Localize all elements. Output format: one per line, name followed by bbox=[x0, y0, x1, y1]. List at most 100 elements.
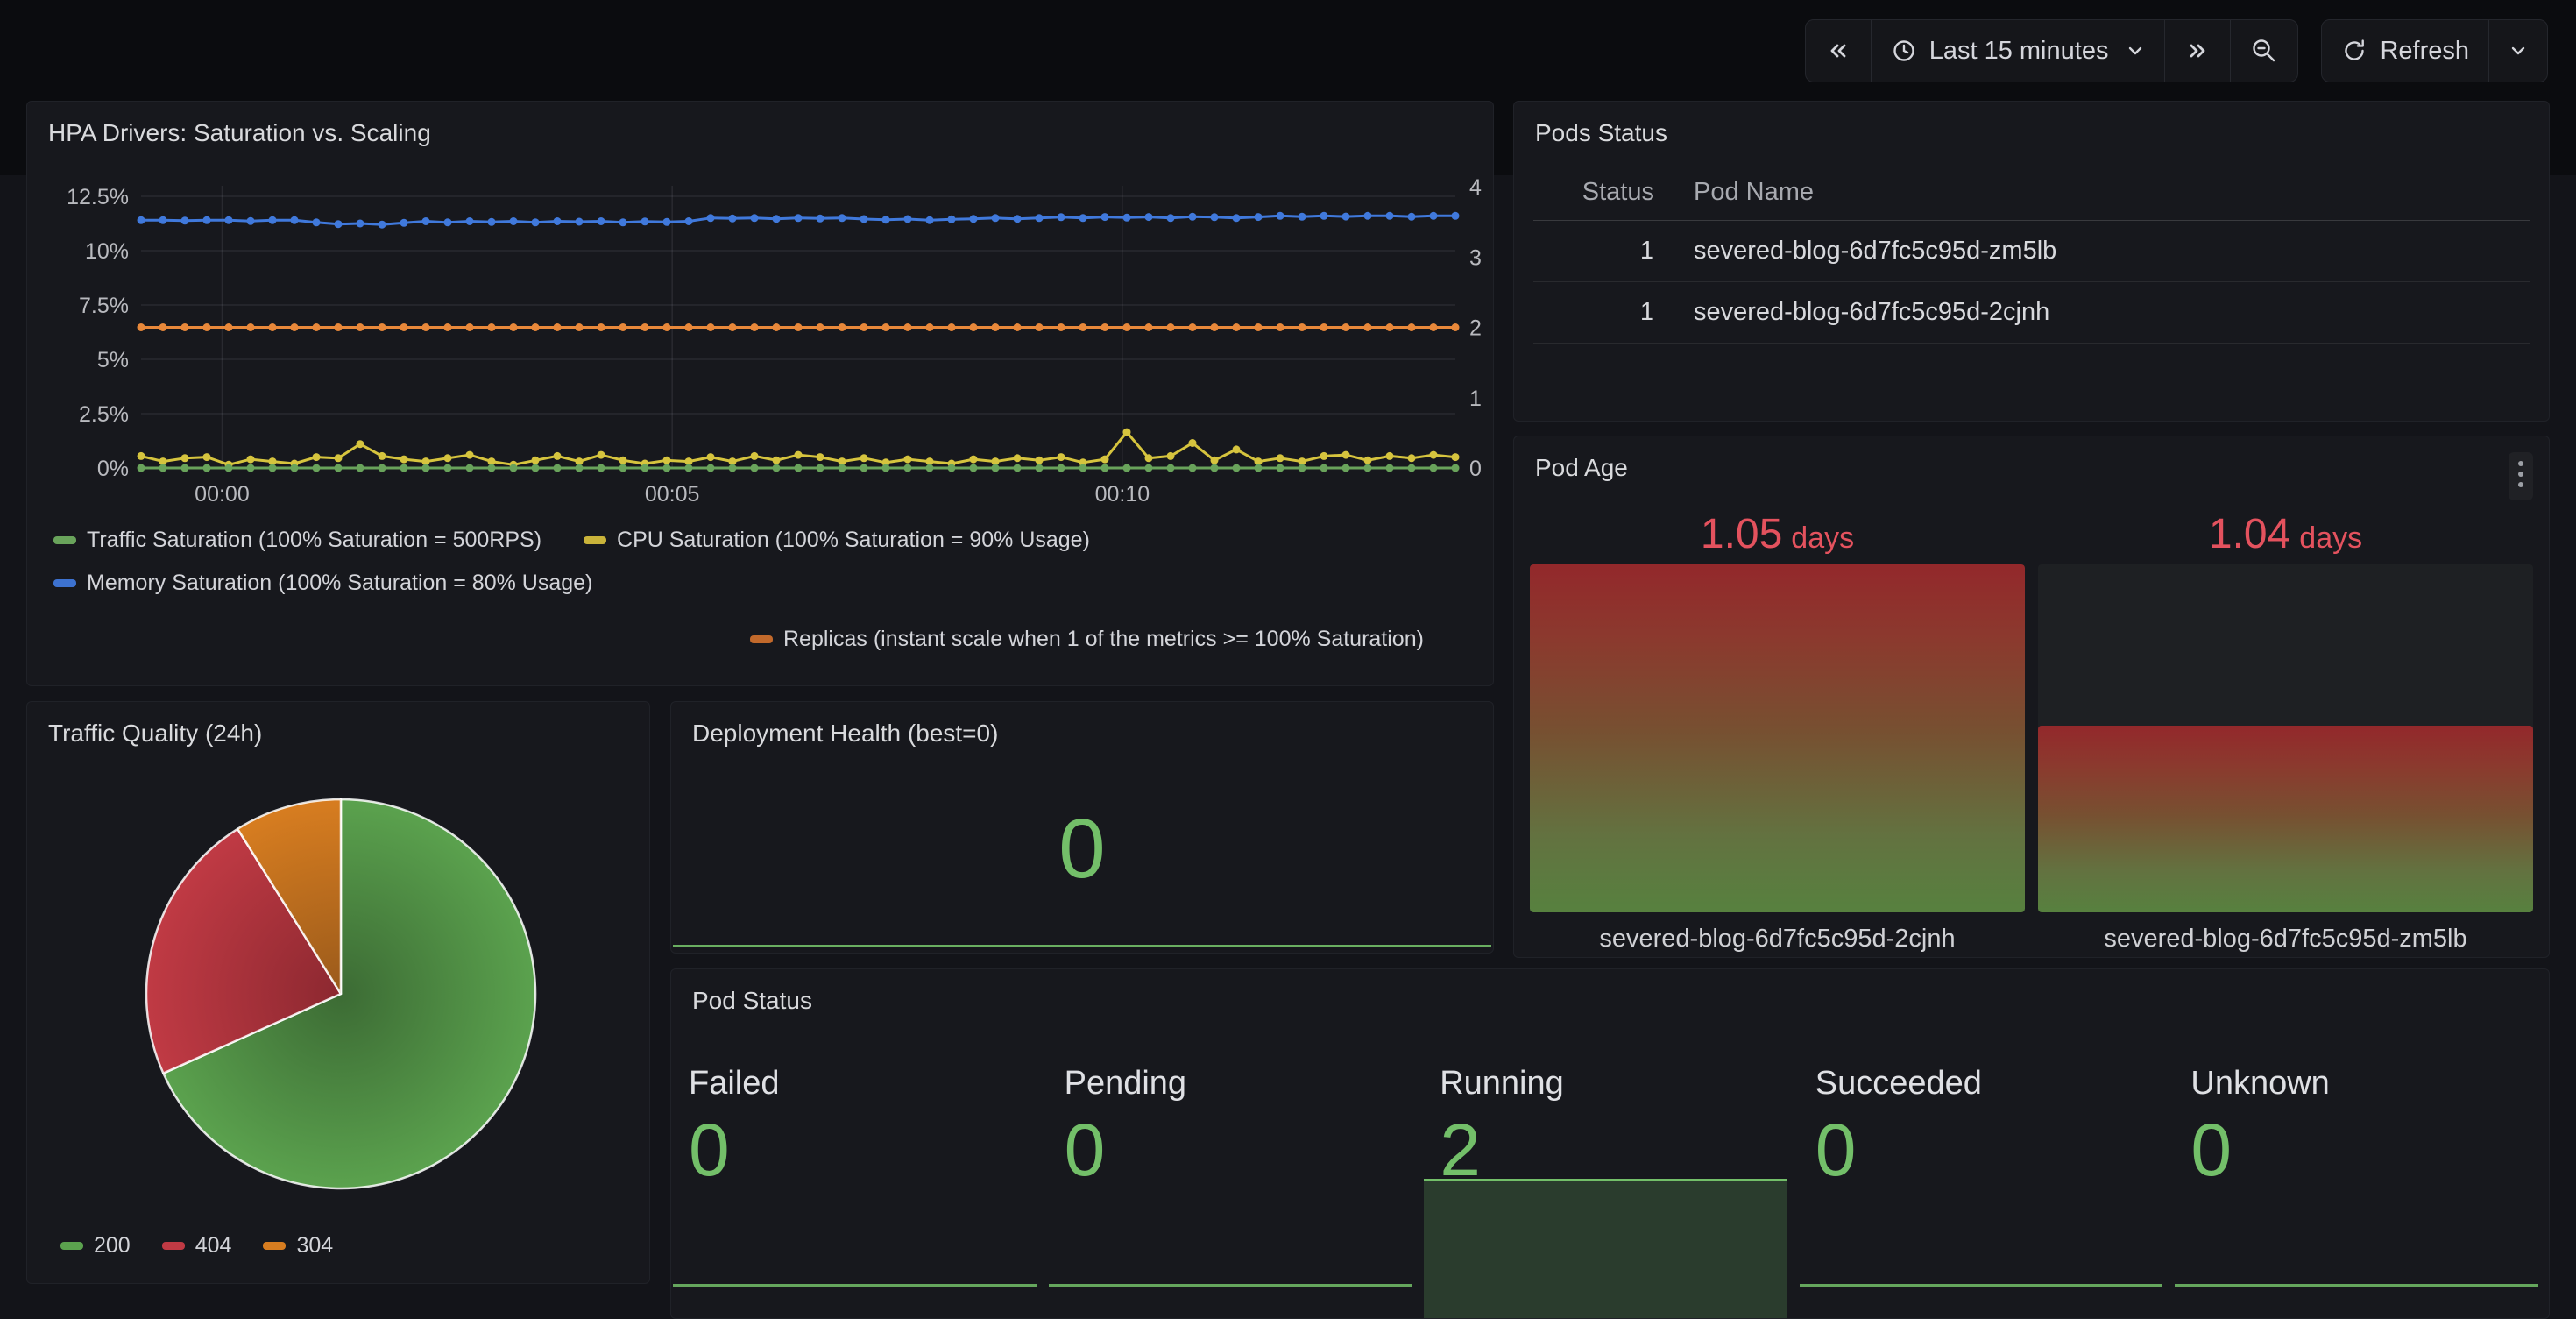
legend-item-memory-saturation[interactable]: Memory Saturation (100% Saturation = 80%… bbox=[53, 567, 592, 599]
panel-title[interactable]: Pod Age bbox=[1535, 454, 1628, 482]
stat-value: 2 bbox=[1440, 1111, 1798, 1188]
refresh-interval-dropdown[interactable] bbox=[2489, 20, 2547, 82]
legend-item-cpu-saturation[interactable]: CPU Saturation (100% Saturation = 90% Us… bbox=[584, 524, 1090, 556]
panel-title[interactable]: Traffic Quality (24h) bbox=[48, 720, 262, 748]
legend-item-304[interactable]: 304 bbox=[263, 1233, 333, 1259]
legend-label: Traffic Saturation (100% Saturation = 50… bbox=[87, 524, 541, 556]
gauge-pod-label: severed-blog-6d7fc5c95d-zm5lb bbox=[2038, 925, 2533, 954]
refresh-label: Refresh bbox=[2380, 37, 2469, 66]
table-cell-pod-name: severed-blog-6d7fc5c95d-2cjnh bbox=[1674, 282, 2530, 343]
table-cell-status: 1 bbox=[1533, 298, 1674, 327]
panel-title[interactable]: Deployment Health (best=0) bbox=[692, 720, 998, 748]
clock-icon bbox=[1891, 38, 1917, 64]
panel-hpa-drivers: HPA Drivers: Saturation vs. Scaling 1 2.5… bbox=[26, 101, 1494, 686]
time-range-picker[interactable]: Last 15 minutes bbox=[1872, 20, 2165, 82]
svg-text:10%: 10% bbox=[85, 239, 129, 264]
panel-pod-status: Pod Status Failed0Pending0Running2Succee… bbox=[670, 968, 2550, 1319]
svg-text:5%: 5% bbox=[97, 348, 129, 372]
gauge-pod-label: severed-blog-6d7fc5c95d-2cjnh bbox=[1530, 925, 2025, 954]
stat-cell-succeeded: Succeeded 0 bbox=[1798, 1044, 2174, 1318]
panel-title[interactable]: Pod Status bbox=[692, 987, 812, 1015]
legend-label: 200 bbox=[94, 1233, 131, 1259]
stat-value: 0 bbox=[1815, 1111, 2174, 1188]
stat-label: Running bbox=[1440, 1065, 1798, 1103]
table-header-row: Status Pod Name bbox=[1533, 165, 2530, 221]
legend-label: 304 bbox=[296, 1233, 333, 1259]
chevrons-left-icon bbox=[1825, 38, 1851, 64]
refresh-group: Refresh bbox=[2321, 19, 2548, 82]
svg-text:0%: 0% bbox=[97, 457, 129, 481]
stat-label: Succeeded bbox=[1815, 1065, 2174, 1103]
chevrons-right-icon bbox=[2184, 38, 2211, 64]
gauge-value-number: 1.05 bbox=[1701, 511, 1782, 557]
stat-sparkline bbox=[1049, 1284, 1412, 1287]
panel-traffic-quality: Traffic Quality (24h) 200 404 304 bbox=[26, 701, 650, 1284]
pods-table: Status Pod Name 1severed-blog-6d7fc5c95d… bbox=[1533, 165, 2530, 344]
time-range-label: Last 15 minutes bbox=[1929, 37, 2109, 66]
panel-title[interactable]: HPA Drivers: Saturation vs. Scaling bbox=[48, 119, 431, 147]
svg-text:00:00: 00:00 bbox=[195, 482, 250, 507]
time-shift-forward-button[interactable] bbox=[2165, 20, 2230, 82]
time-range-group: Last 15 minutes bbox=[1805, 19, 2299, 82]
stat-value: 0 bbox=[2190, 1111, 2549, 1188]
legend-item-200[interactable]: 200 bbox=[60, 1233, 131, 1259]
legend-swatch bbox=[53, 536, 76, 544]
svg-text:4: 4 bbox=[1469, 175, 1482, 200]
refresh-button[interactable]: Refresh bbox=[2322, 20, 2488, 82]
pod-age-gauge: 1.04days severed-blog-6d7fc5c95d-zm5lb bbox=[2038, 510, 2533, 954]
legend-swatch bbox=[263, 1242, 286, 1250]
series-1 bbox=[138, 429, 1460, 469]
legend-item-404[interactable]: 404 bbox=[162, 1233, 232, 1259]
legend-item-traffic-saturation[interactable]: Traffic Saturation (100% Saturation = 50… bbox=[53, 524, 541, 556]
stat-value: 0 bbox=[1065, 1111, 1423, 1188]
stat-cell-running: Running 2 bbox=[1422, 1044, 1798, 1318]
column-header-status[interactable]: Status bbox=[1533, 178, 1674, 207]
gauge-value: 1.04days bbox=[2038, 510, 2533, 559]
legend-label: 404 bbox=[195, 1233, 232, 1259]
traffic-pie-chart bbox=[27, 755, 651, 1245]
gauge-value-unit: days bbox=[1791, 521, 1854, 555]
gauge-bar-fill bbox=[1530, 564, 2025, 912]
legend-swatch bbox=[750, 635, 773, 643]
pod-age-gauges: 1.05dayssevered-blog-6d7fc5c95d-2cjnh1.0… bbox=[1530, 510, 2533, 954]
kebab-menu-icon bbox=[2517, 459, 2524, 489]
stat-sparkline bbox=[1800, 1284, 2163, 1287]
time-shift-back-button[interactable] bbox=[1806, 20, 1871, 82]
gauge-bar-fill bbox=[2038, 726, 2533, 912]
panel-menu-button[interactable] bbox=[2509, 452, 2533, 500]
pod-age-gauge: 1.05 days severed-blog-6d7fc5c95d-2cjnh bbox=[1530, 510, 2025, 954]
column-header-pod-name[interactable]: Pod Name bbox=[1674, 165, 2530, 220]
stat-cell-failed: Failed0 bbox=[671, 1044, 1047, 1318]
legend-label: Memory Saturation (100% Saturation = 80%… bbox=[87, 567, 592, 599]
panel-pods-status: Pods Status Status Pod Name 1severed-blo… bbox=[1513, 101, 2550, 422]
zoom-out-button[interactable] bbox=[2231, 20, 2297, 82]
svg-text:00:05: 00:05 bbox=[645, 482, 700, 507]
gauge-bar-region bbox=[2038, 564, 2533, 912]
stat-value: 0 bbox=[1058, 801, 1105, 897]
stat-sparkline bbox=[2175, 1284, 2538, 1287]
stat-value: 0 bbox=[689, 1111, 1047, 1188]
legend-swatch bbox=[584, 536, 606, 544]
panel-deployment-health: Deployment Health (best=0) 0 bbox=[670, 701, 1494, 954]
gauge-value: 1.05 days bbox=[1530, 510, 2025, 559]
table-row: 1severed-blog-6d7fc5c95d-zm5lb bbox=[1533, 221, 2530, 282]
stat-area-fill bbox=[1424, 1179, 1787, 1319]
refresh-icon bbox=[2341, 38, 2367, 64]
time-controls-toolbar: Last 15 minutes Refresh bbox=[1805, 19, 2548, 82]
svg-text:3: 3 bbox=[1469, 245, 1482, 270]
panel-pod-age: Pod Age 1.05 days severed-blog-6d7fc5c95d-… bbox=[1513, 436, 2550, 958]
stat-cell-pending: Pending0 bbox=[1047, 1044, 1423, 1318]
panel-title[interactable]: Pods Status bbox=[1535, 119, 1667, 147]
svg-text:2.5%: 2.5% bbox=[79, 402, 129, 427]
legend-swatch bbox=[53, 579, 76, 587]
legend-item-replicas[interactable]: Replicas (instant scale when 1 of the me… bbox=[750, 623, 1424, 655]
svg-text:00:10: 00:10 bbox=[1095, 482, 1150, 507]
svg-text:2: 2 bbox=[1469, 316, 1482, 341]
pie-legend: 200 404 304 bbox=[60, 1233, 333, 1259]
pod-status-stats: Failed0Pending0 Running 2 Succeeded 0 Unknown… bbox=[671, 1044, 2549, 1318]
stat-sparkline bbox=[673, 1284, 1037, 1287]
chevron-down-icon bbox=[2126, 41, 2145, 60]
svg-text:1: 1 bbox=[1469, 386, 1482, 411]
legend-label: Replicas (instant scale when 1 of the me… bbox=[783, 623, 1424, 655]
stat-label: Unknown bbox=[2190, 1065, 2549, 1103]
